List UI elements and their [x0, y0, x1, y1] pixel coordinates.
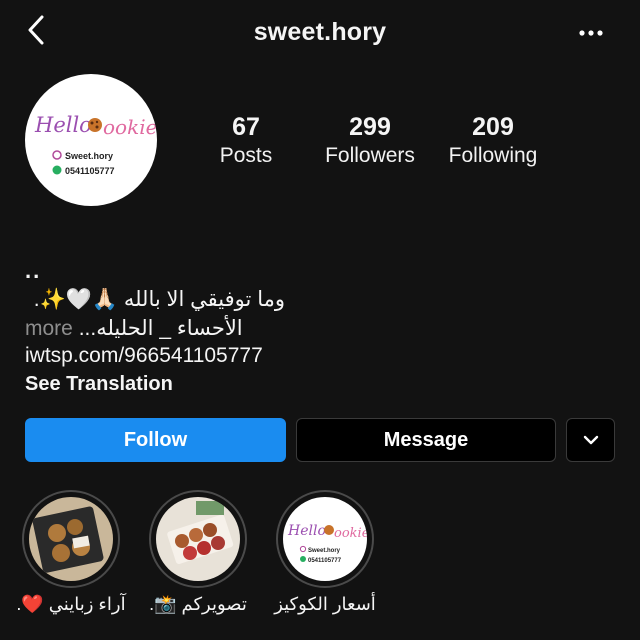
stat-label: Followers [325, 144, 415, 167]
stat-following[interactable]: 209 Following [428, 112, 558, 170]
highlight-prices[interactable]: Hello ookie Sweet.hory 0541105777 [276, 490, 374, 588]
top-bar: sweet.hory [0, 0, 640, 64]
stat-posts[interactable]: 67 Posts [181, 112, 311, 170]
whatsapp-icon [52, 165, 62, 175]
profile-avatar[interactable]: Hello ookie Sweet.hory 0541105777 [25, 74, 157, 206]
see-translation-link[interactable]: See Translation [25, 370, 620, 398]
profile-username-title: sweet.hory [253, 18, 387, 46]
avatar-handle-text: Sweet.hory [65, 151, 113, 161]
highlight-photos[interactable] [149, 490, 247, 588]
bio-more-link[interactable]: more [25, 317, 73, 340]
hello-cookie-logo: Hello ookie Sweet.hory 0541105777 [34, 113, 157, 176]
stat-label: Posts [219, 144, 273, 167]
chevron-down-icon [583, 435, 598, 445]
svg-text:Hello: Hello [287, 523, 326, 539]
hello-cookie-logo: Hello ookie Sweet.hory 0541105777 [287, 523, 367, 564]
cookie-tray-image [156, 497, 240, 581]
highlight-cover [29, 497, 113, 581]
stat-value: 209 [472, 113, 514, 141]
bio-line-1: وما توفيقي الا بالله 🙏🏻🤍✨. [33, 288, 285, 311]
follow-button[interactable]: Follow [25, 418, 286, 462]
highlight-reviews[interactable] [22, 490, 120, 588]
suggested-accounts-button[interactable] [566, 418, 615, 462]
highlight-label: أسعار الكوكيز [274, 594, 376, 614]
avatar-logo-text: Hello [34, 113, 92, 137]
bio-line-2-text: الأحساء _ الحليله... [78, 317, 243, 340]
svg-text:ookie: ookie [103, 115, 157, 139]
svg-text:Sweet.hory: Sweet.hory [308, 548, 341, 554]
message-button[interactable]: Message [296, 418, 556, 462]
stat-followers[interactable]: 299 Followers [305, 112, 435, 170]
stat-value: 67 [232, 113, 260, 141]
instagram-icon [52, 150, 62, 160]
highlight-cover [156, 497, 240, 581]
svg-text:ookie: ookie [334, 526, 367, 541]
svg-text:0541105777: 0541105777 [308, 558, 342, 564]
more-horizontal-icon[interactable] [576, 20, 606, 46]
avatar-phone-text: 0541105777 [65, 166, 115, 176]
bio-dots: .. [25, 258, 42, 283]
highlight-cover: Hello ookie Sweet.hory 0541105777 [283, 497, 367, 581]
cookies-box-image [29, 497, 113, 581]
bio-line-2: more الأحساء _ الحليله... [25, 315, 620, 343]
stat-value: 299 [349, 113, 391, 141]
stat-label: Following [448, 144, 538, 167]
bio-website-link[interactable]: iwtsp.com/966541105777 [25, 342, 620, 370]
